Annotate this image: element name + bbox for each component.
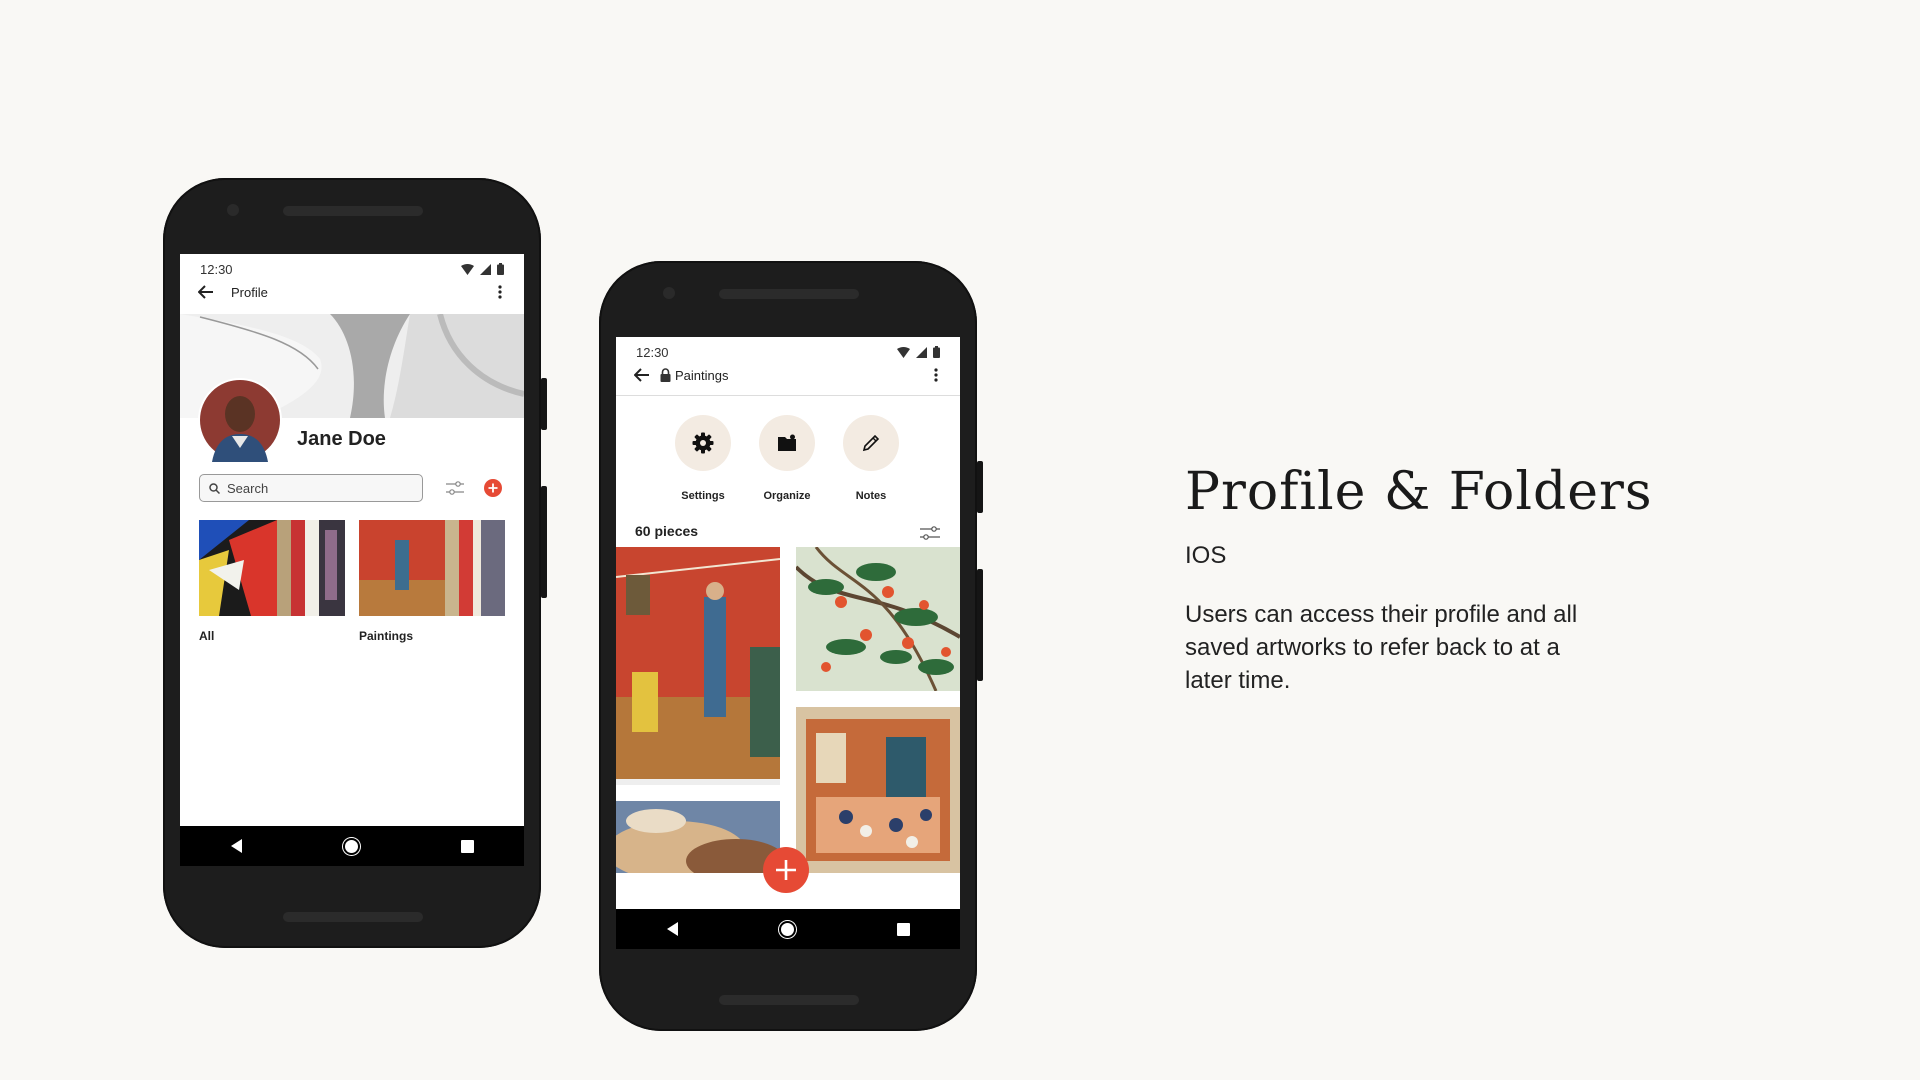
nav-recents-icon[interactable]	[460, 839, 474, 853]
search-box[interactable]: Search	[199, 474, 423, 502]
phone-paintings: 12:30 Paintings Settings Organize Notes …	[599, 261, 983, 1031]
notes-action[interactable]: Notes	[841, 415, 901, 502]
platform-label: IOS	[1185, 542, 1227, 569]
profile-screen: 12:30 Profile Jane Doe Search All Painti…	[180, 254, 524, 866]
power-button	[977, 461, 983, 513]
page-title: Profile	[231, 284, 268, 300]
folder-all-thumbnail	[199, 520, 345, 616]
back-arrow-icon[interactable]	[198, 285, 214, 299]
app-bar-divider	[616, 395, 960, 396]
pencil-icon	[862, 434, 880, 452]
front-camera	[663, 287, 675, 299]
volume-button	[977, 569, 983, 681]
folder-paintings-label: Paintings	[359, 629, 414, 643]
volume-button	[541, 486, 547, 598]
wifi-icon	[897, 346, 910, 358]
front-camera	[227, 204, 239, 216]
add-icon[interactable]	[484, 479, 502, 497]
filter-icon[interactable]	[920, 526, 940, 540]
artwork-tile[interactable]	[796, 547, 960, 691]
android-nav-bar	[180, 826, 524, 866]
gear-icon	[692, 432, 714, 454]
bottom-speaker	[283, 912, 423, 922]
status-bar: 12:30	[200, 260, 504, 278]
pieces-count: 60 pieces	[635, 523, 699, 539]
status-bar: 12:30	[636, 343, 940, 361]
artwork-tile[interactable]	[616, 801, 780, 873]
signal-icon	[480, 263, 491, 275]
add-fab[interactable]	[763, 847, 809, 893]
earpiece-speaker	[283, 206, 423, 216]
app-bar: Profile	[180, 280, 524, 304]
artwork-tile[interactable]	[796, 707, 960, 873]
battery-icon	[497, 263, 504, 275]
notes-action-circle	[843, 415, 899, 471]
search-icon	[209, 482, 220, 494]
settings-action-circle	[675, 415, 731, 471]
android-nav-bar	[616, 909, 960, 949]
folder-paintings[interactable]: Paintings	[359, 520, 505, 643]
app-bar: Paintings	[616, 363, 960, 387]
notes-label: Notes	[855, 490, 887, 502]
lock-icon	[660, 368, 671, 382]
bottom-speaker	[719, 995, 859, 1005]
avatar[interactable]	[198, 378, 282, 462]
filter-icon[interactable]	[446, 481, 464, 495]
search-input[interactable]: Search	[227, 481, 268, 496]
nav-home-icon[interactable]	[778, 920, 796, 938]
status-time: 12:30	[636, 344, 669, 360]
more-vert-icon[interactable]	[934, 368, 938, 382]
folder-icon	[778, 434, 796, 451]
status-time: 12:30	[200, 261, 233, 277]
nav-home-icon[interactable]	[342, 837, 360, 855]
nav-back-icon[interactable]	[666, 922, 678, 936]
page-title: Paintings	[675, 367, 729, 383]
signal-icon	[916, 346, 927, 358]
settings-label: Settings	[681, 490, 725, 502]
organize-action-circle	[759, 415, 815, 471]
more-vert-icon[interactable]	[498, 285, 502, 299]
organize-action[interactable]: Organize	[757, 415, 817, 502]
headline: Profile & Folders	[1185, 462, 1653, 522]
power-button	[541, 378, 547, 430]
earpiece-speaker	[719, 289, 859, 299]
folder-paintings-thumbnail	[359, 520, 505, 616]
nav-back-icon[interactable]	[230, 839, 242, 853]
organize-label: Organize	[763, 490, 811, 502]
nav-recents-icon[interactable]	[896, 922, 910, 936]
folder-all-label: All	[199, 629, 215, 643]
settings-action[interactable]: Settings	[673, 415, 733, 502]
phone-profile: 12:30 Profile Jane Doe Search All Painti…	[163, 178, 547, 948]
paintings-screen: 12:30 Paintings Settings Organize Notes …	[616, 337, 960, 949]
user-name: Jane Doe	[297, 428, 386, 450]
wifi-icon	[461, 263, 474, 275]
action-row: Settings Organize Notes	[616, 415, 960, 515]
battery-icon	[933, 346, 940, 358]
folder-all[interactable]: All	[199, 520, 345, 643]
artwork-tile[interactable]	[616, 547, 780, 785]
description: Users can access their profile and all s…	[1185, 601, 1578, 694]
back-arrow-icon[interactable]	[634, 368, 650, 382]
